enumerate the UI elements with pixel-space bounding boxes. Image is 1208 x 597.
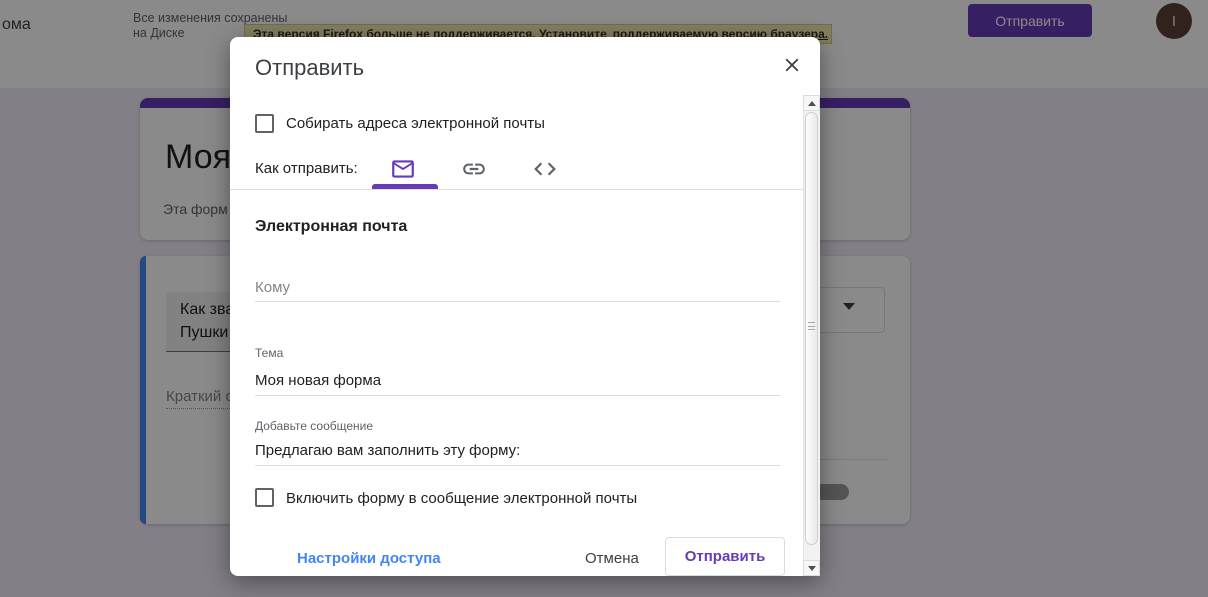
link-icon — [463, 164, 485, 175]
to-field-underline — [255, 301, 780, 302]
email-section-title: Электронная почта — [255, 218, 407, 236]
message-label: Добавьте сообщение — [255, 419, 373, 433]
subject-label: Тема — [255, 346, 283, 360]
dialog-title: Отправить — [255, 55, 364, 81]
tab-email[interactable] — [390, 156, 418, 180]
scrollbar-down-arrow[interactable] — [803, 560, 820, 576]
scrollbar-grip — [808, 322, 815, 330]
collect-emails-checkbox[interactable] — [255, 114, 274, 133]
include-form-label: Включить форму в сообщение электронной п… — [286, 490, 637, 507]
tab-link[interactable] — [461, 156, 489, 180]
subject-field[interactable]: Моя новая форма — [255, 372, 381, 389]
tabs-divider — [230, 189, 820, 190]
message-underline — [255, 465, 780, 466]
envelope-icon — [392, 160, 414, 177]
tab-embed[interactable] — [532, 156, 560, 180]
close-icon[interactable] — [781, 54, 803, 76]
send-via-label: Как отправить: — [255, 160, 358, 177]
embed-code-icon — [534, 163, 556, 176]
access-settings-link[interactable]: Настройки доступа — [297, 550, 441, 567]
message-field[interactable]: Предлагаю вам заполнить эту форму: — [255, 442, 520, 459]
include-form-checkbox[interactable] — [255, 488, 274, 507]
dialog-send-button[interactable]: Отправить — [665, 537, 785, 576]
screen: ома Все изменения сохранены на Диске Эта… — [0, 0, 1208, 597]
subject-underline — [255, 395, 780, 396]
scrollbar-up-arrow[interactable] — [803, 95, 820, 111]
collect-emails-label: Собирать адреса электронной почты — [286, 115, 545, 132]
to-field[interactable]: Кому — [255, 279, 290, 296]
cancel-button[interactable]: Отмена — [585, 550, 639, 567]
